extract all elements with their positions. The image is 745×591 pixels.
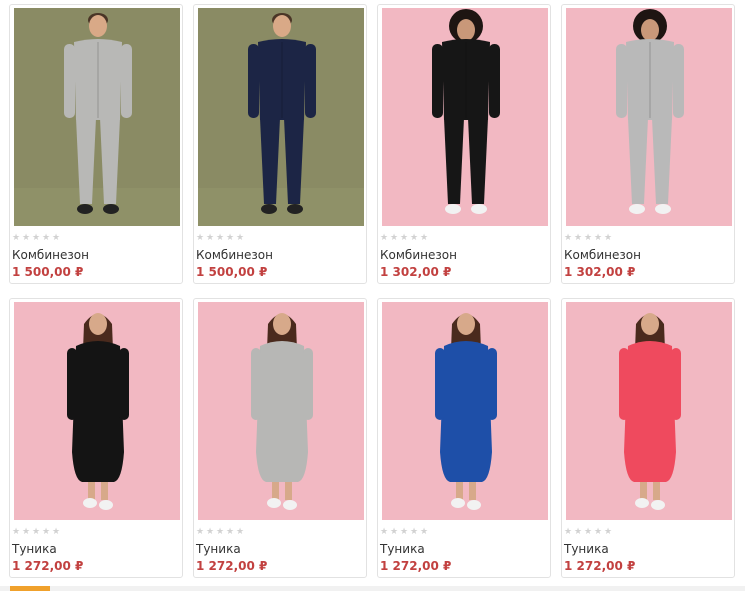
product-card[interactable]: ★ ★ ★ ★ ★ Туника 1 272,00 ₽ — [561, 298, 735, 578]
product-card[interactable]: ★ ★ ★ ★ ★ Туника 1 272,00 ₽ — [9, 298, 183, 578]
star-icon: ★ — [22, 527, 31, 537]
product-name[interactable]: Комбинезон — [564, 248, 641, 262]
product-price: 1 500,00 ₽ — [12, 265, 84, 279]
product-photo[interactable] — [382, 302, 548, 520]
star-icon: ★ — [226, 527, 235, 537]
product-photo[interactable] — [198, 8, 364, 226]
star-icon: ★ — [400, 527, 409, 537]
product-grid: ★ ★ ★ ★ ★ Комбинезон 1 500,00 ₽ ★ ★ ★ ★ ★ Комбин… — [0, 0, 745, 591]
star-icon: ★ — [380, 527, 389, 537]
footer-accent — [10, 586, 50, 591]
star-icon: ★ — [226, 233, 235, 243]
rating-stars: ★ ★ ★ ★ ★ — [380, 234, 428, 243]
product-name[interactable]: Комбинезон — [12, 248, 89, 262]
star-icon: ★ — [584, 527, 593, 537]
product-price: 1 302,00 ₽ — [564, 265, 636, 279]
product-name[interactable]: Комбинезон — [196, 248, 273, 262]
product-card[interactable]: ★ ★ ★ ★ ★ Туника 1 272,00 ₽ — [377, 298, 551, 578]
product-card[interactable]: ★ ★ ★ ★ ★ Комбинезон 1 500,00 ₽ — [193, 4, 367, 284]
product-name[interactable]: Туника — [564, 542, 609, 556]
star-icon: ★ — [42, 233, 51, 243]
star-icon: ★ — [216, 233, 225, 243]
rating-stars: ★ ★ ★ ★ ★ — [380, 528, 428, 537]
footer-strip — [0, 586, 745, 591]
star-icon: ★ — [12, 527, 21, 537]
product-photo[interactable] — [382, 8, 548, 226]
rating-stars: ★ ★ ★ ★ ★ — [12, 234, 60, 243]
product-name[interactable]: Комбинезон — [380, 248, 457, 262]
product-photo[interactable] — [566, 8, 732, 226]
product-photo[interactable] — [14, 8, 180, 226]
product-price: 1 272,00 ₽ — [12, 559, 84, 573]
star-icon: ★ — [390, 527, 399, 537]
product-card[interactable]: ★ ★ ★ ★ ★ Комбинезон 1 302,00 ₽ — [561, 4, 735, 284]
star-icon: ★ — [22, 233, 31, 243]
star-icon: ★ — [380, 233, 389, 243]
product-name[interactable]: Туника — [380, 542, 425, 556]
product-card[interactable]: ★ ★ ★ ★ ★ Туника 1 272,00 ₽ — [193, 298, 367, 578]
product-name[interactable]: Туника — [196, 542, 241, 556]
product-price: 1 302,00 ₽ — [380, 265, 452, 279]
star-icon: ★ — [574, 527, 583, 537]
star-icon: ★ — [196, 527, 205, 537]
star-icon: ★ — [196, 233, 205, 243]
product-card[interactable]: ★ ★ ★ ★ ★ Комбинезон 1 500,00 ₽ — [9, 4, 183, 284]
star-icon: ★ — [32, 233, 41, 243]
product-photo[interactable] — [198, 302, 364, 520]
star-icon: ★ — [32, 527, 41, 537]
star-icon: ★ — [216, 527, 225, 537]
star-icon: ★ — [410, 233, 419, 243]
product-name[interactable]: Туника — [12, 542, 57, 556]
star-icon: ★ — [594, 527, 603, 537]
rating-stars: ★ ★ ★ ★ ★ — [564, 528, 612, 537]
product-photo[interactable] — [14, 302, 180, 520]
rating-stars: ★ ★ ★ ★ ★ — [564, 234, 612, 243]
product-price: 1 272,00 ₽ — [196, 559, 268, 573]
star-icon: ★ — [42, 527, 51, 537]
star-icon: ★ — [420, 233, 429, 243]
product-price: 1 272,00 ₽ — [564, 559, 636, 573]
product-card[interactable]: ★ ★ ★ ★ ★ Комбинезон 1 302,00 ₽ — [377, 4, 551, 284]
star-icon: ★ — [206, 233, 215, 243]
star-icon: ★ — [12, 233, 21, 243]
star-icon: ★ — [400, 233, 409, 243]
product-price: 1 272,00 ₽ — [380, 559, 452, 573]
star-icon: ★ — [52, 527, 61, 537]
star-icon: ★ — [390, 233, 399, 243]
star-icon: ★ — [410, 527, 419, 537]
product-price: 1 500,00 ₽ — [196, 265, 268, 279]
star-icon: ★ — [206, 527, 215, 537]
rating-stars: ★ ★ ★ ★ ★ — [196, 234, 244, 243]
star-icon: ★ — [236, 233, 245, 243]
star-icon: ★ — [236, 527, 245, 537]
star-icon: ★ — [594, 233, 603, 243]
product-photo[interactable] — [566, 302, 732, 520]
star-icon: ★ — [604, 527, 613, 537]
star-icon: ★ — [604, 233, 613, 243]
star-icon: ★ — [564, 527, 573, 537]
star-icon: ★ — [574, 233, 583, 243]
star-icon: ★ — [52, 233, 61, 243]
star-icon: ★ — [584, 233, 593, 243]
rating-stars: ★ ★ ★ ★ ★ — [12, 528, 60, 537]
star-icon: ★ — [420, 527, 429, 537]
rating-stars: ★ ★ ★ ★ ★ — [196, 528, 244, 537]
star-icon: ★ — [564, 233, 573, 243]
